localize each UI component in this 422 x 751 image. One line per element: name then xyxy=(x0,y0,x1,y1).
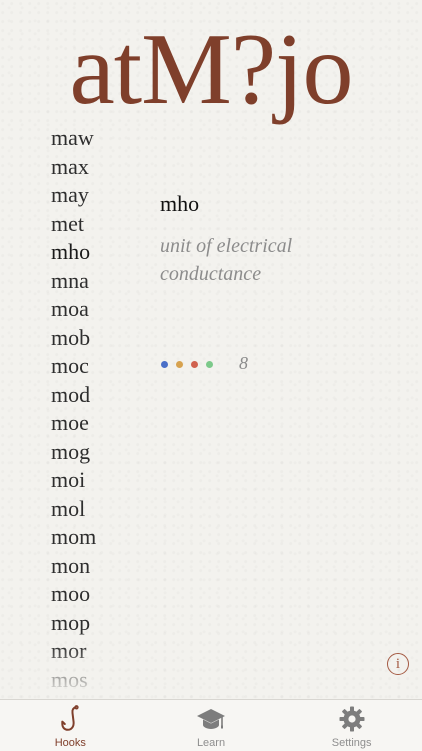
tab-settings[interactable]: Settings xyxy=(281,700,422,751)
word-list-item[interactable]: maw xyxy=(51,124,141,153)
word-list-item[interactable]: moa xyxy=(51,295,141,324)
word-list-item[interactable]: may xyxy=(51,181,141,210)
word-list-item[interactable]: met xyxy=(51,210,141,239)
word-list-item[interactable]: mob xyxy=(51,324,141,353)
word-list-item[interactable]: mon xyxy=(51,552,141,581)
word-list-item[interactable]: mog xyxy=(51,438,141,467)
tab-bar: Hooks Learn Settings xyxy=(0,699,422,751)
graduation-cap-icon xyxy=(197,709,225,729)
word-list-item[interactable]: moe xyxy=(51,409,141,438)
word-list-item[interactable]: mol xyxy=(51,495,141,524)
tab-hooks-label: Hooks xyxy=(54,737,86,749)
word-list-item[interactable]: mos xyxy=(51,666,141,691)
word-list-item[interactable]: mna xyxy=(51,267,141,296)
word-list-item[interactable]: moo xyxy=(51,580,141,609)
word-list-item[interactable]: max xyxy=(51,153,141,182)
hook-dot xyxy=(191,361,198,368)
gear-icon xyxy=(339,706,365,732)
tab-learn-label: Learn xyxy=(196,737,226,749)
hook-dot xyxy=(161,361,168,368)
word-score: 8 xyxy=(239,353,248,373)
word-definition: unit of electrical conductance xyxy=(160,235,293,285)
info-button[interactable]: i xyxy=(387,653,409,675)
hook-dot xyxy=(176,361,183,368)
word-list[interactable]: maw max may met mho mna moa mob moc mod moe mog moi m… xyxy=(51,124,141,690)
tab-learn[interactable]: Learn xyxy=(141,700,282,751)
hook-dots xyxy=(161,361,213,368)
selected-word: mho xyxy=(160,191,200,216)
word-list-item[interactable]: mor xyxy=(51,637,141,666)
word-list-item[interactable]: moi xyxy=(51,466,141,495)
hook-dot xyxy=(206,361,213,368)
hook-icon xyxy=(61,705,79,731)
word-list-item[interactable]: mod xyxy=(51,381,141,410)
app-title: atM?jo xyxy=(69,13,354,126)
word-list-item[interactable]: mop xyxy=(51,609,141,638)
word-list-item[interactable]: mom xyxy=(51,523,141,552)
tab-settings-label: Settings xyxy=(331,737,372,749)
word-list-item[interactable]: mho xyxy=(51,238,141,267)
tab-hooks[interactable]: Hooks xyxy=(0,700,141,751)
word-list-item[interactable]: moc xyxy=(51,352,141,381)
